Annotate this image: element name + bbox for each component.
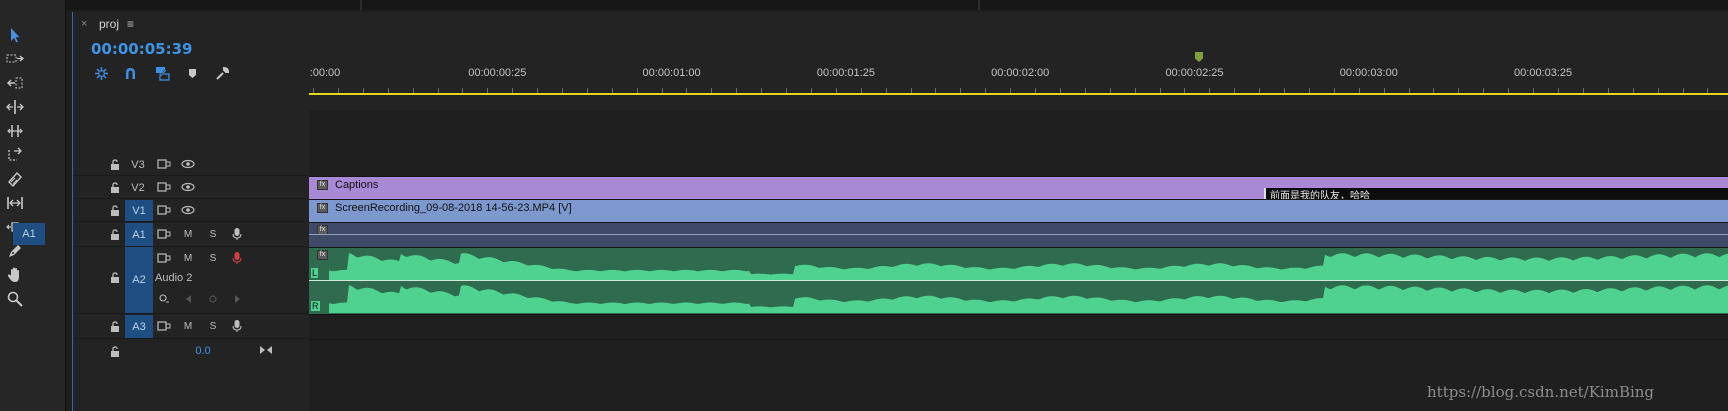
ruler-label: 00:00:00:25 <box>468 67 527 79</box>
slip-tool-icon[interactable] <box>3 168 27 190</box>
close-tab-icon[interactable]: × <box>81 18 91 30</box>
captions-clip-label: Captions <box>335 179 379 191</box>
audio-clip-a1[interactable]: fx <box>309 223 1728 247</box>
video-clip[interactable]: fx ScreenRecording_09-08-2018 14-56-23.M… <box>309 200 1728 222</box>
go-to-end-icon[interactable] <box>259 343 273 357</box>
sync-lock-icon[interactable] <box>157 228 171 240</box>
lock-icon[interactable] <box>109 320 121 332</box>
lock-icon[interactable] <box>109 204 121 216</box>
track-header-master: 0.0 <box>73 339 309 363</box>
sequence-tab-title: proj <box>99 17 120 31</box>
add-marker-icon[interactable] <box>183 64 201 82</box>
mute-button[interactable]: M <box>181 228 195 240</box>
track-label-v2[interactable]: V2 <box>127 176 149 199</box>
wrench-icon[interactable] <box>213 64 231 82</box>
channel-left-label: L <box>311 268 319 278</box>
ruler-label: 00:00:02:00 <box>991 67 1050 79</box>
top-strip <box>66 0 1728 10</box>
zoom-tool-icon[interactable] <box>3 288 27 310</box>
razor-tool-icon[interactable] <box>3 144 27 166</box>
track-header-a3: A3 M S <box>73 314 309 339</box>
nest-icon[interactable] <box>92 64 110 82</box>
source-patch-a1[interactable]: A1 <box>13 223 45 245</box>
waveform-channel <box>329 252 1728 280</box>
track-label-v3[interactable]: V3 <box>127 153 149 176</box>
caption-text: 前面是我的队友，哈哈 <box>1270 191 1370 199</box>
ruler-label: 00:00:03:00 <box>1339 67 1398 79</box>
mute-button[interactable]: M <box>181 252 195 264</box>
track-headers: V3 V2 V1 A1 A1 M S A2 M S Audio 2 A3 M S… <box>13 110 309 411</box>
slide-tool-icon[interactable] <box>3 192 27 214</box>
eye-icon[interactable] <box>181 204 195 216</box>
track-select-tool-icon[interactable] <box>3 48 27 70</box>
record-microphone-icon[interactable] <box>230 251 244 265</box>
snap-magnet-icon[interactable] <box>121 64 139 82</box>
ruler-label: 00:00:03:25 <box>1514 67 1573 79</box>
channel-right-label: R <box>311 301 320 311</box>
track-target-v1[interactable]: V1 <box>125 200 153 221</box>
master-volume-value[interactable]: 0.0 <box>183 344 223 358</box>
lock-icon[interactable] <box>109 228 121 240</box>
rolling-edit-tool-icon[interactable] <box>3 96 27 118</box>
video-clip-label: ScreenRecording_09-08-2018 14-56-23.MP4 … <box>335 202 572 214</box>
lock-icon[interactable] <box>109 271 121 283</box>
track-name-a2[interactable]: Audio 2 <box>155 271 215 285</box>
fx-badge: fx <box>317 180 328 190</box>
track-header-a2: A2 M S Audio 2 <box>73 247 309 314</box>
ruler-label: :00:00 <box>309 67 341 79</box>
ruler-label: 00:00:01:00 <box>642 67 701 79</box>
selection-tool-icon[interactable] <box>3 24 27 46</box>
track-target-a1[interactable]: A1 <box>125 223 153 246</box>
panel-menu-icon[interactable]: ≡ <box>127 17 134 31</box>
rate-stretch-tool-icon[interactable] <box>3 120 27 142</box>
eye-icon[interactable] <box>181 158 195 170</box>
keyframe-toggle-icon[interactable] <box>157 293 171 305</box>
lock-icon[interactable] <box>109 158 121 170</box>
ripple-edit-tool-icon[interactable] <box>3 72 27 94</box>
linked-selection-icon[interactable] <box>153 64 171 82</box>
waveform-channel <box>329 284 1728 313</box>
playhead-marker[interactable] <box>1195 52 1203 62</box>
track-area[interactable]: fx Captions 前面是我的队友，哈哈 fx ScreenRecordin… <box>309 110 1728 411</box>
lock-icon[interactable] <box>109 345 121 357</box>
ruler-label: 00:00:02:25 <box>1165 67 1224 79</box>
eye-icon[interactable] <box>181 181 195 193</box>
fx-badge: fx <box>317 203 328 213</box>
work-area-bar[interactable] <box>309 93 1728 95</box>
timeline-panel: × proj ≡ 00:00:05:39 :00:00 00:00:00:25 00… <box>13 12 1728 411</box>
tools-panel <box>0 0 66 411</box>
solo-button[interactable]: S <box>206 228 220 240</box>
track-header-v3: V3 <box>73 153 309 176</box>
captions-clip[interactable]: fx Captions 前面是我的队友，哈哈 <box>309 177 1728 199</box>
ruler-label: 00:00:01:25 <box>816 67 875 79</box>
sync-lock-icon[interactable] <box>157 204 171 216</box>
track-header-v1: V1 <box>73 199 309 222</box>
mute-button[interactable]: M <box>181 320 195 332</box>
microphone-icon[interactable] <box>230 227 244 241</box>
solo-button[interactable]: S <box>206 320 220 332</box>
track-header-a1: A1 A1 M S <box>13 222 309 247</box>
time-ruler[interactable]: :00:00 00:00:00:25 00:00:01:00 00:00:01:25 0… <box>309 34 1728 96</box>
audio-waveform <box>329 252 1728 313</box>
track-target-a3[interactable]: A3 <box>125 315 153 338</box>
solo-button[interactable]: S <box>206 252 220 264</box>
next-keyframe-icon[interactable] <box>231 293 243 305</box>
track-target-a2[interactable]: A2 <box>125 247 153 313</box>
audio-clip-a2[interactable]: fx L R <box>309 248 1728 314</box>
microphone-icon[interactable] <box>230 319 244 333</box>
playhead-timecode[interactable]: 00:00:05:39 <box>91 40 193 58</box>
add-keyframe-icon[interactable] <box>207 293 219 305</box>
lock-icon[interactable] <box>109 181 121 193</box>
track-header-v2: V2 <box>73 176 309 199</box>
sync-lock-icon[interactable] <box>157 181 171 193</box>
hand-tool-icon[interactable] <box>3 264 27 286</box>
previous-keyframe-icon[interactable] <box>183 293 195 305</box>
caption-segment[interactable]: 前面是我的队友，哈哈 <box>1264 188 1728 199</box>
sync-lock-icon[interactable] <box>157 320 171 332</box>
sequence-tab[interactable]: × proj ≡ <box>73 12 134 36</box>
watermark-text: https://blog.csdn.net/KimBing <box>1427 383 1655 401</box>
sync-lock-icon[interactable] <box>157 158 171 170</box>
sync-lock-icon[interactable] <box>157 252 171 264</box>
